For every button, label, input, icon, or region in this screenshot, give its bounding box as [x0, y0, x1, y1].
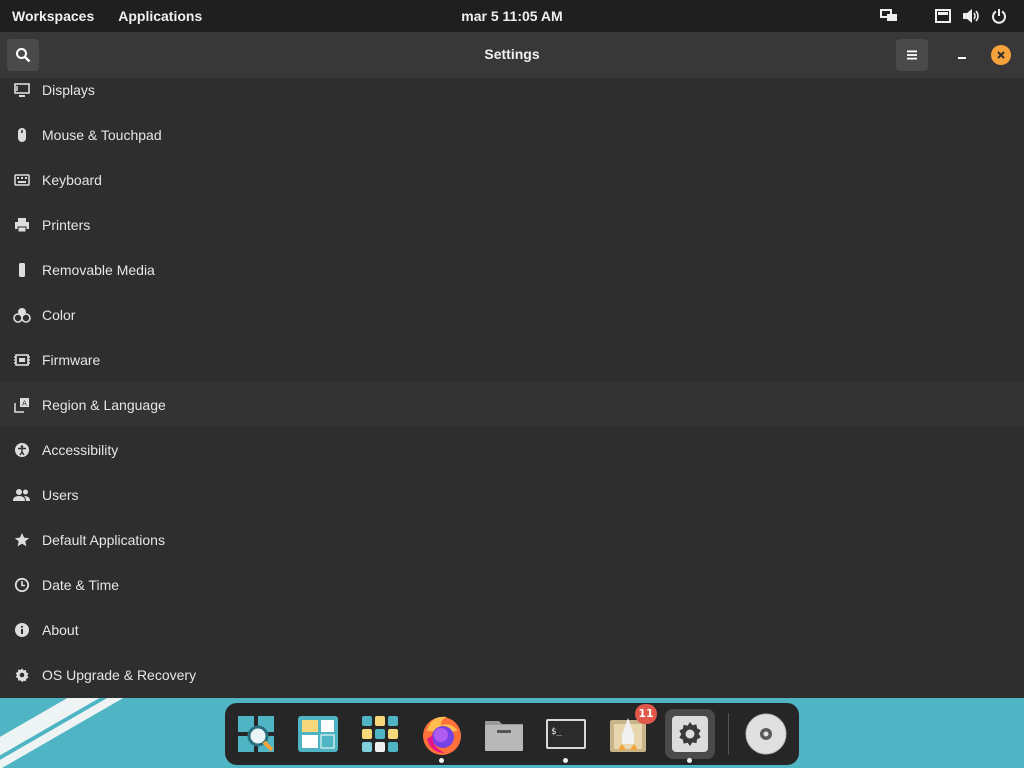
settings-item-accessibility[interactable]: Accessibility: [0, 427, 1024, 472]
running-indicator: [439, 758, 444, 763]
color-icon: [13, 306, 31, 324]
svg-text:A: A: [22, 399, 27, 407]
menu-button[interactable]: [896, 39, 928, 71]
display-icon[interactable]: [878, 5, 900, 27]
settings-item-label: Region & Language: [42, 396, 166, 413]
close-icon: [997, 51, 1005, 59]
terminal-icon: $_: [546, 719, 586, 749]
printer-icon: [13, 216, 31, 234]
clock-icon: [13, 576, 31, 594]
running-indicator: [687, 758, 692, 763]
language-icon: A: [13, 396, 31, 414]
firefox-icon: [423, 716, 461, 755]
dock-search-app[interactable]: [231, 709, 281, 759]
settings-item-label: Removable Media: [42, 261, 155, 278]
hamburger-menu-icon: [907, 50, 917, 60]
notification-icon[interactable]: [932, 5, 954, 27]
workspaces-button[interactable]: Workspaces: [0, 0, 106, 32]
settings-item-date-time[interactable]: Date & Time: [0, 562, 1024, 607]
settings-item-firmware[interactable]: Firmware: [0, 337, 1024, 382]
dock-firefox[interactable]: [417, 709, 467, 763]
dock-terminal[interactable]: $_: [541, 709, 591, 763]
minimize-icon: [958, 57, 966, 59]
optical-disc-icon: [745, 713, 787, 755]
top-panel: Workspaces Applications mar 5 11:05 AM: [0, 0, 1024, 32]
dock-separator: [728, 713, 729, 755]
settings-item-region-language[interactable]: A Region & Language: [0, 382, 1024, 427]
volume-icon[interactable]: [960, 5, 982, 27]
dock-settings[interactable]: [665, 709, 715, 763]
settings-item-label: Printers: [42, 216, 91, 233]
settings-item-default-applications[interactable]: Default Applications: [0, 517, 1024, 562]
close-button[interactable]: [991, 45, 1011, 65]
settings-item-label: Accessibility: [42, 441, 119, 458]
settings-item-label: Keyboard: [42, 171, 102, 188]
settings-list: Displays Mouse & Touchpad Keyboard Print…: [0, 78, 1024, 698]
minimize-button[interactable]: [950, 43, 974, 67]
upgrade-icon: [13, 666, 31, 684]
settings-item-label: Date & Time: [42, 576, 120, 593]
settings-item-label: Mouse & Touchpad: [42, 126, 162, 143]
settings-item-label: Default Applications: [42, 531, 165, 548]
running-indicator: [563, 758, 568, 763]
settings-item-mouse-touchpad[interactable]: Mouse & Touchpad: [0, 112, 1024, 157]
settings-item-printers[interactable]: Printers: [0, 202, 1024, 247]
users-icon: [13, 486, 31, 504]
settings-item-keyboard[interactable]: Keyboard: [0, 157, 1024, 202]
settings-item-label: Color: [42, 306, 76, 323]
star-icon: [13, 531, 31, 549]
settings-item-about[interactable]: About: [0, 607, 1024, 652]
search-icon: [16, 48, 31, 63]
window-title: Settings: [484, 46, 540, 62]
display-icon: [13, 81, 31, 99]
accessibility-icon: [13, 441, 31, 459]
settings-item-users[interactable]: Users: [0, 472, 1024, 517]
settings-item-color[interactable]: Color: [0, 292, 1024, 337]
power-icon[interactable]: [988, 5, 1010, 27]
workspaces-app-icon: [298, 716, 338, 752]
app-grid-icon: [362, 716, 398, 752]
mouse-icon: [13, 126, 31, 144]
update-count-badge: 11: [635, 704, 657, 724]
search-app-icon: [238, 716, 274, 752]
clock-button[interactable]: mar 5 11:05 AM: [461, 8, 562, 24]
settings-item-label: Displays: [42, 81, 95, 98]
settings-item-removable-media[interactable]: Removable Media: [0, 247, 1024, 292]
settings-item-os-upgrade-recovery[interactable]: OS Upgrade & Recovery: [0, 652, 1024, 697]
settings-item-label: OS Upgrade & Recovery: [42, 666, 197, 683]
dock-workspaces-app[interactable]: [293, 709, 343, 759]
files-icon: [485, 721, 523, 751]
settings-item-label: Firmware: [42, 351, 101, 368]
applications-button[interactable]: Applications: [106, 0, 214, 32]
settings-item-displays[interactable]: Displays: [0, 78, 1024, 112]
chip-icon: [13, 351, 31, 369]
search-button[interactable]: [7, 39, 39, 71]
svg-text:$_: $_: [551, 727, 562, 737]
settings-item-label: About: [42, 621, 79, 638]
keyboard-icon: [13, 171, 31, 189]
dock-optical-disc[interactable]: [741, 709, 791, 759]
usb-media-icon: [13, 261, 31, 279]
dock-files[interactable]: [479, 709, 529, 759]
dock: $_ 11: [225, 703, 799, 765]
info-icon: [13, 621, 31, 639]
header-bar: Settings: [0, 32, 1024, 79]
dock-app-grid[interactable]: [355, 709, 405, 759]
settings-gear-icon: [672, 716, 708, 752]
settings-item-label: Users: [42, 486, 79, 503]
